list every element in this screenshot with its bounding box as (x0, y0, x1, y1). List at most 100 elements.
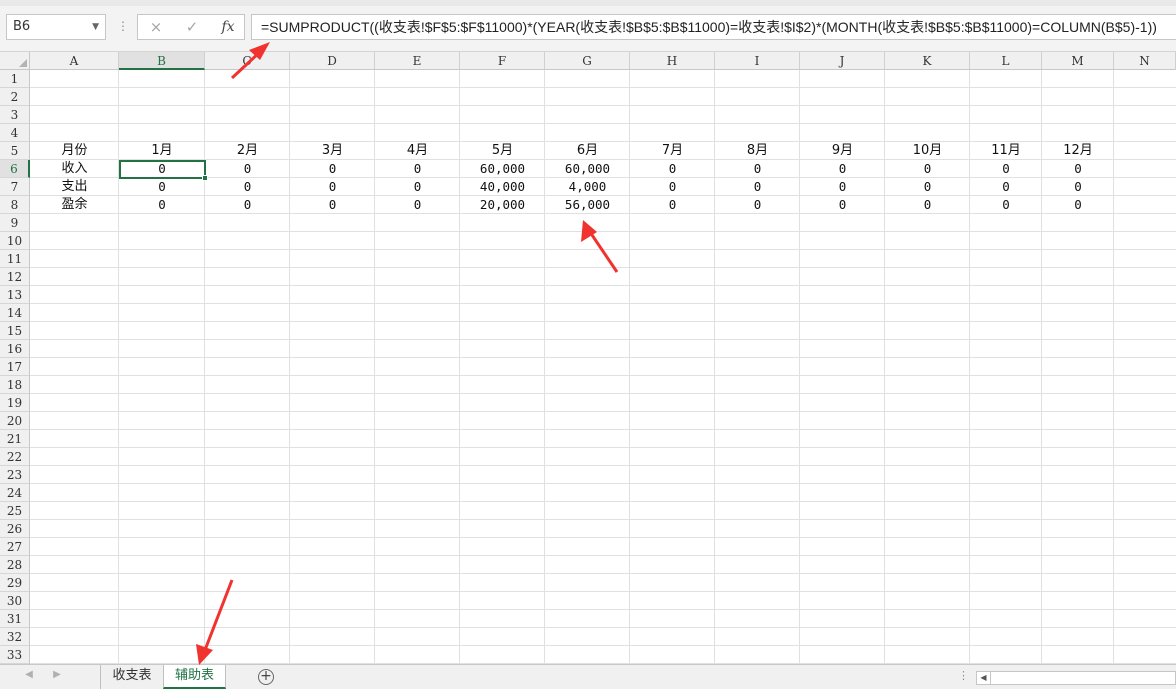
cell-e5[interactable]: 4月 (375, 142, 460, 160)
cell-j7[interactable]: 0 (800, 178, 885, 196)
cell-g8[interactable]: 56,000 (545, 196, 630, 214)
row-header-26[interactable]: 26 (0, 520, 30, 538)
select-all-corner[interactable] (0, 52, 30, 70)
row-header-32[interactable]: 32 (0, 628, 30, 646)
cell-d7[interactable]: 0 (290, 178, 375, 196)
row-header-31[interactable]: 31 (0, 610, 30, 628)
cell-m7[interactable]: 0 (1042, 178, 1114, 196)
cell-i7[interactable]: 0 (715, 178, 800, 196)
row-header-21[interactable]: 21 (0, 430, 30, 448)
row-header-18[interactable]: 18 (0, 376, 30, 394)
row-header-28[interactable]: 28 (0, 556, 30, 574)
cell-j8[interactable]: 0 (800, 196, 885, 214)
cell-f5[interactable]: 5月 (460, 142, 545, 160)
row-header-3[interactable]: 3 (0, 106, 30, 124)
cell-a6[interactable]: 收入 (30, 160, 119, 178)
cell-k7[interactable]: 0 (885, 178, 970, 196)
row-header-10[interactable]: 10 (0, 232, 30, 250)
cell-l6[interactable]: 0 (970, 160, 1042, 178)
row-header-8[interactable]: 8 (0, 196, 30, 214)
column-header-j[interactable]: J (800, 52, 885, 70)
cell-a7[interactable]: 支出 (30, 178, 119, 196)
row-header-2[interactable]: 2 (0, 88, 30, 106)
cell-b8[interactable]: 0 (119, 196, 205, 214)
cell-c8[interactable]: 0 (205, 196, 290, 214)
row-header-13[interactable]: 13 (0, 286, 30, 304)
column-header-d[interactable]: D (290, 52, 375, 70)
cell-j5[interactable]: 9月 (800, 142, 885, 160)
column-header-h[interactable]: H (630, 52, 715, 70)
column-header-m[interactable]: M (1042, 52, 1114, 70)
cell-c6[interactable]: 0 (205, 160, 290, 178)
insert-function-icon[interactable]: fx (210, 15, 246, 39)
column-header-i[interactable]: I (715, 52, 800, 70)
prev-sheet-icon[interactable]: ◀ (22, 669, 36, 680)
cell-f7[interactable]: 40,000 (460, 178, 545, 196)
formula-input[interactable]: =SUMPRODUCT((收支表!$F$5:$F$11000)*(YEAR(收支… (251, 14, 1176, 40)
column-header-f[interactable]: F (460, 52, 545, 70)
cell-l7[interactable]: 0 (970, 178, 1042, 196)
row-header-27[interactable]: 27 (0, 538, 30, 556)
cell-h5[interactable]: 7月 (630, 142, 715, 160)
row-header-9[interactable]: 9 (0, 214, 30, 232)
cell-k5[interactable]: 10月 (885, 142, 970, 160)
cell-i5[interactable]: 8月 (715, 142, 800, 160)
row-header-23[interactable]: 23 (0, 466, 30, 484)
scroll-left-icon[interactable]: ◀ (977, 672, 991, 684)
row-header-29[interactable]: 29 (0, 574, 30, 592)
cell-m6[interactable]: 0 (1042, 160, 1114, 178)
row-header-7[interactable]: 7 (0, 178, 30, 196)
row-header-14[interactable]: 14 (0, 304, 30, 322)
column-header-c[interactable]: C (205, 52, 290, 70)
tab-helper[interactable]: 辅助表 (163, 665, 226, 689)
cell-d5[interactable]: 3月 (290, 142, 375, 160)
column-header-a[interactable]: A (30, 52, 119, 70)
cell-m8[interactable]: 0 (1042, 196, 1114, 214)
column-header-b[interactable]: B (119, 52, 205, 70)
cell-b7[interactable]: 0 (119, 178, 205, 196)
column-header-e[interactable]: E (375, 52, 460, 70)
horizontal-scrollbar[interactable]: ◀ (976, 671, 1176, 685)
cell-g6[interactable]: 60,000 (545, 160, 630, 178)
row-header-12[interactable]: 12 (0, 268, 30, 286)
row-header-16[interactable]: 16 (0, 340, 30, 358)
next-sheet-icon[interactable]: ▶ (50, 669, 64, 680)
row-header-25[interactable]: 25 (0, 502, 30, 520)
row-header-17[interactable]: 17 (0, 358, 30, 376)
row-header-22[interactable]: 22 (0, 448, 30, 466)
cell-i8[interactable]: 0 (715, 196, 800, 214)
cell-j6[interactable]: 0 (800, 160, 885, 178)
row-header-24[interactable]: 24 (0, 484, 30, 502)
cell-m5[interactable]: 12月 (1042, 142, 1114, 160)
cell-a5[interactable]: 月份 (30, 142, 119, 160)
row-header-33[interactable]: 33 (0, 646, 30, 664)
cell-f8[interactable]: 20,000 (460, 196, 545, 214)
confirm-icon[interactable]: ✓ (174, 15, 210, 39)
cell-h8[interactable]: 0 (630, 196, 715, 214)
cell-e8[interactable]: 0 (375, 196, 460, 214)
row-header-5[interactable]: 5 (0, 142, 30, 160)
row-header-11[interactable]: 11 (0, 250, 30, 268)
cell-g7[interactable]: 4,000 (545, 178, 630, 196)
column-header-g[interactable]: G (545, 52, 630, 70)
cell-e7[interactable]: 0 (375, 178, 460, 196)
cell-i6[interactable]: 0 (715, 160, 800, 178)
row-header-15[interactable]: 15 (0, 322, 30, 340)
cancel-icon[interactable]: × (138, 15, 174, 39)
name-box[interactable]: B6 ▼ (6, 14, 106, 40)
cell-e6[interactable]: 0 (375, 160, 460, 178)
cell-h7[interactable]: 0 (630, 178, 715, 196)
cell-d8[interactable]: 0 (290, 196, 375, 214)
cell-h6[interactable]: 0 (630, 160, 715, 178)
cell-f6[interactable]: 60,000 (460, 160, 545, 178)
cell-c5[interactable]: 2月 (205, 142, 290, 160)
row-header-30[interactable]: 30 (0, 592, 30, 610)
chevron-down-icon[interactable]: ▼ (92, 15, 99, 39)
add-sheet-icon[interactable]: + (258, 669, 274, 685)
more-dots-icon[interactable]: ⋮ (117, 18, 129, 34)
column-header-l[interactable]: L (970, 52, 1042, 70)
column-header-n[interactable]: N (1114, 52, 1176, 70)
row-header-1[interactable]: 1 (0, 70, 30, 88)
cell-a8[interactable]: 盈余 (30, 196, 119, 214)
cell-k6[interactable]: 0 (885, 160, 970, 178)
